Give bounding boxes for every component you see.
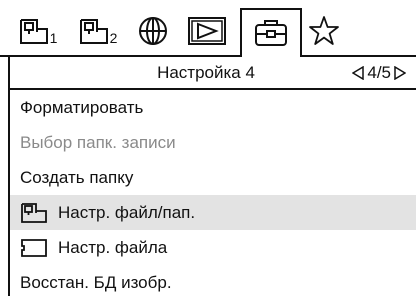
card-folder-icon — [20, 201, 48, 225]
menu-item-label: Выбор папк. записи — [20, 132, 176, 152]
card-slot-icon — [19, 19, 48, 44]
menu-item-restore-image-db[interactable]: Восстан. БД изобр. — [10, 265, 416, 300]
menu-item-label: Настр. файл/пап. — [58, 202, 196, 222]
page-indicator: 4/5 — [352, 63, 406, 83]
tab-card-2[interactable]: 2 — [72, 10, 124, 52]
panel-header: Настройка 4 4/5 — [10, 56, 416, 90]
tab-my-menu[interactable] — [302, 10, 346, 52]
star-icon — [309, 16, 339, 45]
menu-item-label: Форматировать — [20, 97, 144, 117]
tab-card-1[interactable]: 1 — [12, 10, 64, 52]
globe-icon — [139, 17, 167, 45]
card-outline-icon — [20, 238, 48, 258]
menu-item-label: Восстан. БД изобр. — [20, 272, 172, 292]
tab-card-2-number: 2 — [109, 30, 118, 46]
menu-item-record-folder[interactable]: Выбор папк. записи — [10, 125, 416, 160]
triangle-left-icon[interactable] — [352, 66, 365, 80]
tab-playback[interactable] — [180, 10, 234, 52]
menu-item-file-settings[interactable]: Настр. файла — [10, 230, 416, 265]
menu-item-create-folder[interactable]: Создать папку — [10, 160, 416, 195]
tab-card-1-number: 1 — [49, 30, 58, 46]
menu-item-label: Настр. файла — [58, 237, 168, 257]
page-number: 4/5 — [367, 63, 391, 82]
settings-panel: Настройка 4 4/5 Форматировать Выбор папк… — [8, 56, 416, 296]
toolbox-icon — [255, 20, 287, 46]
playback-icon — [188, 17, 226, 45]
menu-item-format[interactable]: Форматировать — [10, 90, 416, 125]
tab-toolbox[interactable] — [242, 10, 300, 54]
page-title: Настройка 4 — [157, 63, 255, 82]
menu-item-file-folder-settings[interactable]: Настр. файл/пап. — [10, 195, 416, 230]
triangle-right-icon[interactable] — [394, 66, 406, 80]
menu-tab-bar: 1 2 — [0, 0, 416, 57]
tab-globe[interactable] — [132, 10, 174, 52]
menu-item-label: Создать папку — [20, 167, 134, 187]
card-slot-icon — [79, 19, 108, 44]
